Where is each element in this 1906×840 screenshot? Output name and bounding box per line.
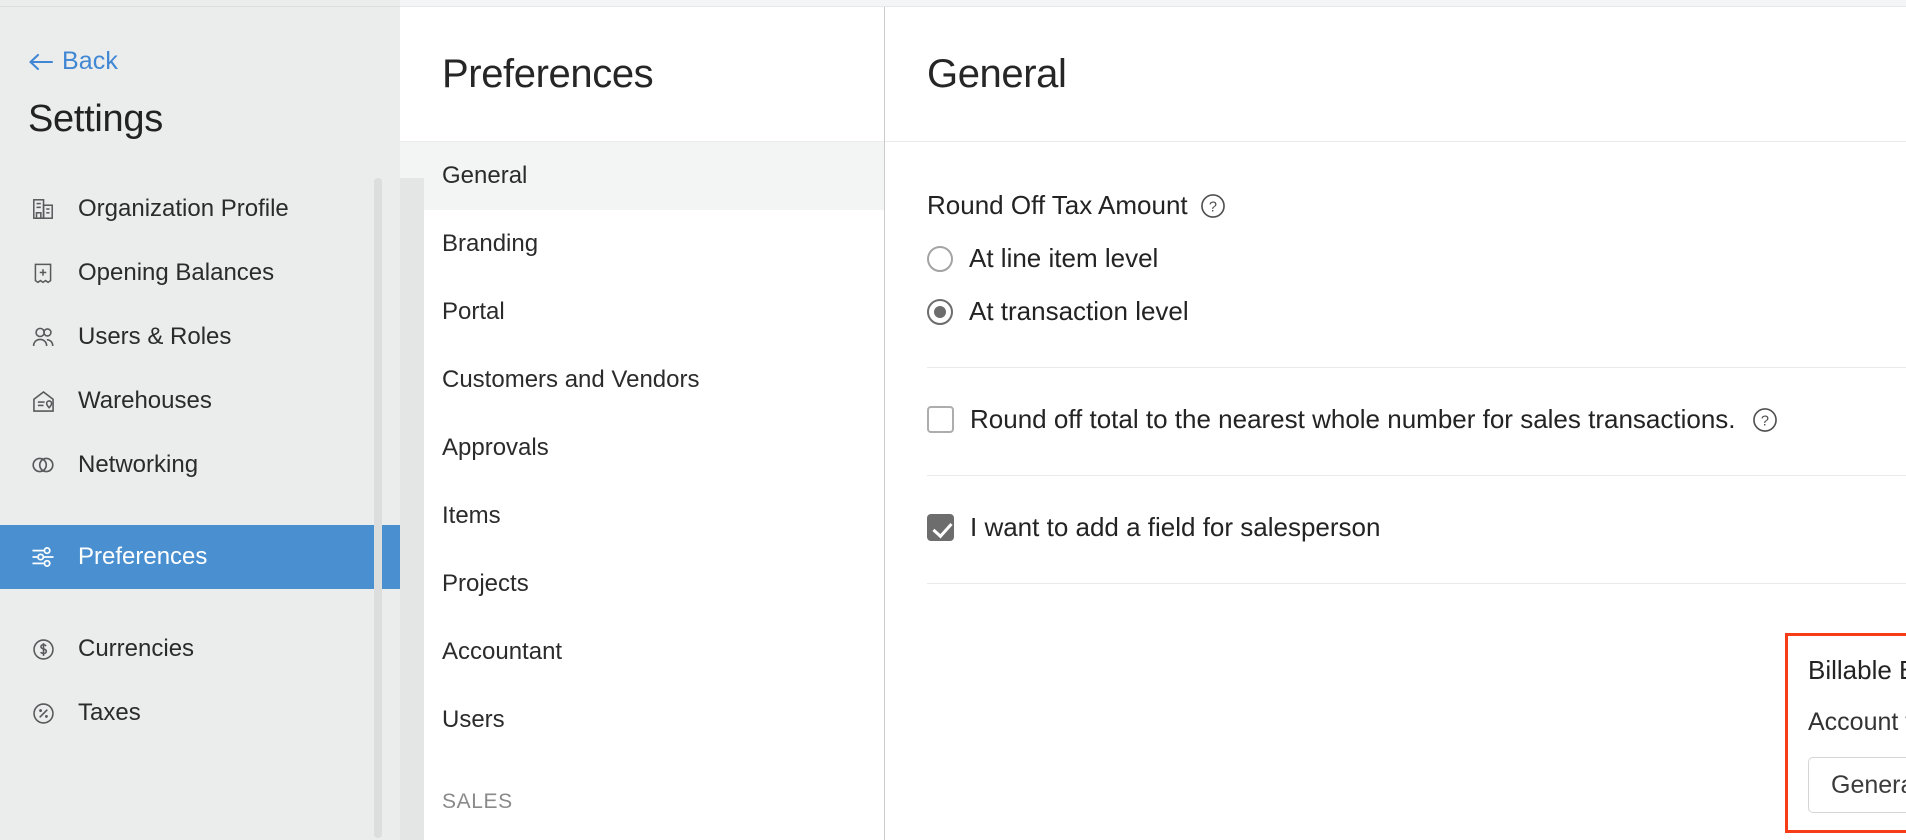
billable-title-row: Billable Bills and Expenses NEW <box>1808 652 1906 688</box>
sidebar-item-label: Warehouses <box>78 387 212 414</box>
checkbox-input[interactable] <box>927 406 954 433</box>
pref-item-approvals[interactable]: Approvals <box>400 414 884 482</box>
building-icon <box>28 194 58 224</box>
preferences-column: Preferences General Branding Portal Cust… <box>400 0 885 840</box>
svg-text:?: ? <box>1760 413 1768 429</box>
section-divider <box>927 367 1906 368</box>
preferences-section-label-sales: SALES <box>442 790 513 813</box>
radio-label: At transaction level <box>969 296 1189 326</box>
checkbox-round-off-total[interactable]: Round off total to the nearest whole num… <box>927 404 1906 435</box>
general-header: General <box>885 7 1906 142</box>
warehouse-icon <box>28 386 58 416</box>
sidebar-item-warehouses[interactable]: Warehouses <box>0 369 400 433</box>
sliders-icon <box>28 542 58 572</box>
sidebar-item-label: Currencies <box>78 635 195 662</box>
sidebar-item-label: Preferences <box>78 543 208 570</box>
receipt-plus-icon <box>28 258 58 288</box>
checkbox-salesperson-field[interactable]: I want to add a field for salesperson <box>927 512 1906 543</box>
radio-at-transaction-level[interactable]: At transaction level <box>927 296 1906 327</box>
users-icon <box>28 322 58 352</box>
sidebar-item-label: Networking <box>78 451 199 478</box>
sidebar-item-label: Opening Balances <box>78 259 275 286</box>
question-circle-icon[interactable]: ? <box>1200 193 1226 219</box>
sidebar-item-organization-profile[interactable]: Organization Profile <box>0 177 400 241</box>
section-divider <box>927 475 1906 476</box>
pref-item-users[interactable]: Users <box>400 686 884 754</box>
pref-item-branding[interactable]: Branding <box>400 210 884 278</box>
sidebar-item-label: Organization Profile <box>78 195 289 222</box>
checkbox-label: I want to add a field for salesperson <box>970 512 1381 542</box>
round-off-tax-label: Round Off Tax Amount <box>927 190 1188 220</box>
general-title: General <box>927 51 1067 96</box>
window-top-strip <box>0 0 1906 7</box>
pref-item-general[interactable]: General <box>400 142 884 210</box>
general-settings-pane: General Round Off Tax Amount ? At line i… <box>885 0 1906 840</box>
sidebar-item-taxes[interactable]: Taxes <box>0 681 400 745</box>
sidebar-scrollbar[interactable] <box>374 178 382 838</box>
settings-sidebar: Back Settings Organization Profile Openi… <box>0 0 400 840</box>
back-label: Back <box>62 47 118 75</box>
sidebar-item-users-roles[interactable]: Users & Roles <box>0 305 400 369</box>
overlapping-circles-icon <box>28 450 58 480</box>
preferences-header: Preferences <box>400 7 884 142</box>
sidebar-nav: Organization Profile Opening Balances Us… <box>0 177 400 745</box>
pref-item-portal[interactable]: Portal <box>400 278 884 346</box>
page-title: Settings <box>28 98 163 140</box>
back-arrow-icon <box>29 53 54 70</box>
back-button[interactable]: Back <box>28 47 118 76</box>
billable-account-value: General Income <box>1831 770 1906 799</box>
preferences-list: General Branding Portal Customers and Ve… <box>400 142 884 814</box>
preferences-title: Preferences <box>442 51 654 96</box>
sidebar-item-label: Users & Roles <box>78 323 232 350</box>
question-circle-icon[interactable]: ? <box>1752 407 1778 433</box>
top-strip-left-segment <box>0 0 400 7</box>
checkbox-label: Round off total to the nearest whole num… <box>970 404 1736 434</box>
pref-item-items[interactable]: Items <box>400 482 884 550</box>
sidebar-nav-gap <box>0 589 400 617</box>
sidebar-item-currencies[interactable]: Currencies <box>0 617 400 681</box>
billable-account-select[interactable]: General Income ✕ <box>1808 757 1906 813</box>
sidebar-item-label: Taxes <box>78 699 141 726</box>
pref-item-customers-and-vendors[interactable]: Customers and Vendors <box>400 346 884 414</box>
radio-input[interactable] <box>927 298 953 325</box>
sidebar-item-opening-balances[interactable]: Opening Balances <box>0 241 400 305</box>
settings-page: Back Settings Organization Profile Openi… <box>0 0 1906 840</box>
sidebar-nav-gap <box>0 497 400 525</box>
svg-text:?: ? <box>1209 199 1217 215</box>
round-off-tax-label-row: Round Off Tax Amount ? <box>927 142 1906 221</box>
checkbox-input[interactable] <box>927 514 954 541</box>
billable-description: Account for tracking billable bills and … <box>1808 708 1906 736</box>
pref-item-projects[interactable]: Projects <box>400 550 884 618</box>
sidebar-item-preferences[interactable]: Preferences <box>0 525 400 589</box>
sidebar-item-networking[interactable]: Networking <box>0 433 400 497</box>
general-body: Round Off Tax Amount ? At line item leve… <box>885 142 1906 584</box>
billable-bills-and-expenses-section: Billable Bills and Expenses NEW Account … <box>1785 633 1906 833</box>
radio-at-line-item-level[interactable]: At line item level <box>927 243 1906 274</box>
preferences-scrollbar[interactable] <box>400 178 424 840</box>
section-divider <box>927 583 1906 584</box>
billable-title: Billable Bills and Expenses <box>1808 654 1906 685</box>
dollar-circle-icon <box>28 634 58 664</box>
radio-input[interactable] <box>927 245 953 272</box>
percent-circle-icon <box>28 698 58 728</box>
radio-label: At line item level <box>969 243 1159 273</box>
pref-item-accountant[interactable]: Accountant <box>400 618 884 686</box>
